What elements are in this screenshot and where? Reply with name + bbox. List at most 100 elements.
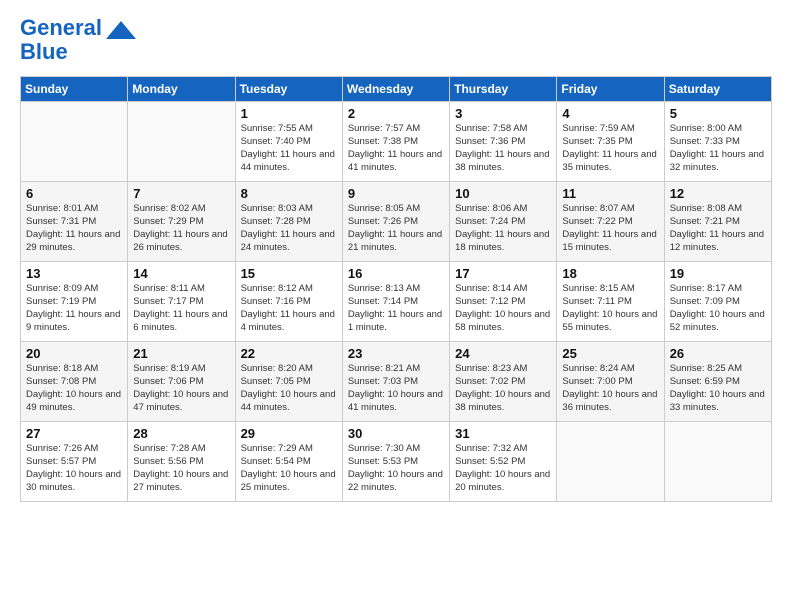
day-number: 27 [26,426,123,441]
calendar-cell: 22 Sunrise: 8:20 AM Sunset: 7:05 PM Dayli… [235,342,342,422]
day-number: 30 [348,426,445,441]
calendar-cell: 25 Sunrise: 8:24 AM Sunset: 7:00 PM Dayli… [557,342,664,422]
calendar-cell: 19 Sunrise: 8:17 AM Sunset: 7:09 PM Dayli… [664,262,771,342]
calendar-cell: 8Sunrise: 8:03 AM Sunset: 7:28 PM Daylig… [235,182,342,262]
day-number: 20 [26,346,123,361]
cell-info: Sunrise: 8:14 AM Sunset: 7:12 PM Dayligh… [455,283,552,334]
cell-info: Sunrise: 7:30 AM Sunset: 5:53 PM Dayligh… [348,443,445,494]
day-number: 7 [133,186,230,201]
day-number: 12 [670,186,767,201]
calendar-cell: 16 Sunrise: 8:13 AM Sunset: 7:14 PM Dayli… [342,262,449,342]
calendar: SundayMondayTuesdayWednesdayThursdayFrid… [20,76,772,502]
calendar-week-1: 1Sunrise: 7:55 AM Sunset: 7:40 PM Daylig… [21,102,772,182]
weekday-header-wednesday: Wednesday [342,77,449,102]
cell-info: Sunrise: 7:32 AM Sunset: 5:52 PM Dayligh… [455,443,552,494]
weekday-header-thursday: Thursday [450,77,557,102]
cell-info: Sunrise: 8:08 AM Sunset: 7:21 PM Dayligh… [670,203,767,254]
calendar-cell: 5 Sunrise: 8:00 AM Sunset: 7:33 PM Daylig… [664,102,771,182]
cell-info: Sunrise: 7:58 AM Sunset: 7:36 PM Dayligh… [455,123,552,174]
day-number: 5 [670,106,767,121]
cell-info: Sunrise: 7:29 AM Sunset: 5:54 PM Dayligh… [241,443,338,494]
calendar-cell: 3 Sunrise: 7:58 AM Sunset: 7:36 PM Daylig… [450,102,557,182]
cell-info: Sunrise: 8:07 AM Sunset: 7:22 PM Dayligh… [562,203,659,254]
calendar-cell: 31Sunrise: 7:32 AM Sunset: 5:52 PM Dayli… [450,422,557,502]
day-number: 13 [26,266,123,281]
day-number: 17 [455,266,552,281]
day-number: 19 [670,266,767,281]
day-number: 18 [562,266,659,281]
calendar-cell: 11 Sunrise: 8:07 AM Sunset: 7:22 PM Dayli… [557,182,664,262]
calendar-cell: 15Sunrise: 8:12 AM Sunset: 7:16 PM Dayli… [235,262,342,342]
cell-info: Sunrise: 8:13 AM Sunset: 7:14 PM Dayligh… [348,283,445,334]
cell-info: Sunrise: 7:26 AM Sunset: 5:57 PM Dayligh… [26,443,123,494]
calendar-cell: 7Sunrise: 8:02 AM Sunset: 7:29 PM Daylig… [128,182,235,262]
day-number: 10 [455,186,552,201]
calendar-cell: 23Sunrise: 8:21 AM Sunset: 7:03 PM Dayli… [342,342,449,422]
cell-info: Sunrise: 8:05 AM Sunset: 7:26 PM Dayligh… [348,203,445,254]
calendar-cell: 18 Sunrise: 8:15 AM Sunset: 7:11 PM Dayli… [557,262,664,342]
cell-info: Sunrise: 7:59 AM Sunset: 7:35 PM Dayligh… [562,123,659,174]
weekday-header-sunday: Sunday [21,77,128,102]
calendar-cell: 28Sunrise: 7:28 AM Sunset: 5:56 PM Dayli… [128,422,235,502]
calendar-week-5: 27 Sunrise: 7:26 AM Sunset: 5:57 PM Dayli… [21,422,772,502]
calendar-cell: 30 Sunrise: 7:30 AM Sunset: 5:53 PM Dayli… [342,422,449,502]
cell-info: Sunrise: 8:19 AM Sunset: 7:06 PM Dayligh… [133,363,230,414]
cell-info: Sunrise: 8:20 AM Sunset: 7:05 PM Dayligh… [241,363,338,414]
day-number: 1 [241,106,338,121]
calendar-cell [557,422,664,502]
weekday-header-friday: Friday [557,77,664,102]
day-number: 16 [348,266,445,281]
day-number: 22 [241,346,338,361]
calendar-cell: 12 Sunrise: 8:08 AM Sunset: 7:21 PM Dayli… [664,182,771,262]
day-number: 2 [348,106,445,121]
calendar-cell [21,102,128,182]
day-number: 3 [455,106,552,121]
cell-info: Sunrise: 7:57 AM Sunset: 7:38 PM Dayligh… [348,123,445,174]
weekday-header-tuesday: Tuesday [235,77,342,102]
calendar-cell: 4 Sunrise: 7:59 AM Sunset: 7:35 PM Daylig… [557,102,664,182]
calendar-cell: 17 Sunrise: 8:14 AM Sunset: 7:12 PM Dayli… [450,262,557,342]
logo-general: General [20,15,102,40]
calendar-header-row: SundayMondayTuesdayWednesdayThursdayFrid… [21,77,772,102]
calendar-week-3: 13 Sunrise: 8:09 AM Sunset: 7:19 PM Dayli… [21,262,772,342]
calendar-cell: 1Sunrise: 7:55 AM Sunset: 7:40 PM Daylig… [235,102,342,182]
calendar-cell: 21 Sunrise: 8:19 AM Sunset: 7:06 PM Dayli… [128,342,235,422]
calendar-cell: 13 Sunrise: 8:09 AM Sunset: 7:19 PM Dayli… [21,262,128,342]
day-number: 9 [348,186,445,201]
logo-icon [106,21,136,39]
weekday-header-monday: Monday [128,77,235,102]
day-number: 29 [241,426,338,441]
page: General Blue SundayMondayTuesdayWednesda… [0,0,792,612]
cell-info: Sunrise: 8:25 AM Sunset: 6:59 PM Dayligh… [670,363,767,414]
calendar-week-4: 20 Sunrise: 8:18 AM Sunset: 7:08 PM Dayli… [21,342,772,422]
calendar-cell: 2 Sunrise: 7:57 AM Sunset: 7:38 PM Daylig… [342,102,449,182]
cell-info: Sunrise: 8:15 AM Sunset: 7:11 PM Dayligh… [562,283,659,334]
day-number: 4 [562,106,659,121]
day-number: 11 [562,186,659,201]
day-number: 25 [562,346,659,361]
cell-info: Sunrise: 8:06 AM Sunset: 7:24 PM Dayligh… [455,203,552,254]
calendar-cell: 14Sunrise: 8:11 AM Sunset: 7:17 PM Dayli… [128,262,235,342]
day-number: 24 [455,346,552,361]
cell-info: Sunrise: 8:24 AM Sunset: 7:00 PM Dayligh… [562,363,659,414]
calendar-week-2: 6Sunrise: 8:01 AM Sunset: 7:31 PM Daylig… [21,182,772,262]
calendar-cell: 20 Sunrise: 8:18 AM Sunset: 7:08 PM Dayli… [21,342,128,422]
cell-info: Sunrise: 8:21 AM Sunset: 7:03 PM Dayligh… [348,363,445,414]
calendar-cell: 29 Sunrise: 7:29 AM Sunset: 5:54 PM Dayli… [235,422,342,502]
cell-info: Sunrise: 8:18 AM Sunset: 7:08 PM Dayligh… [26,363,123,414]
cell-info: Sunrise: 8:00 AM Sunset: 7:33 PM Dayligh… [670,123,767,174]
cell-info: Sunrise: 7:28 AM Sunset: 5:56 PM Dayligh… [133,443,230,494]
calendar-cell: 24 Sunrise: 8:23 AM Sunset: 7:02 PM Dayli… [450,342,557,422]
logo-text: General Blue [20,16,102,64]
cell-info: Sunrise: 8:12 AM Sunset: 7:16 PM Dayligh… [241,283,338,334]
logo-blue: Blue [20,39,68,64]
calendar-cell: 26Sunrise: 8:25 AM Sunset: 6:59 PM Dayli… [664,342,771,422]
logo: General Blue [20,16,136,64]
cell-info: Sunrise: 8:11 AM Sunset: 7:17 PM Dayligh… [133,283,230,334]
cell-info: Sunrise: 8:23 AM Sunset: 7:02 PM Dayligh… [455,363,552,414]
cell-info: Sunrise: 8:17 AM Sunset: 7:09 PM Dayligh… [670,283,767,334]
cell-info: Sunrise: 8:09 AM Sunset: 7:19 PM Dayligh… [26,283,123,334]
day-number: 21 [133,346,230,361]
cell-info: Sunrise: 8:01 AM Sunset: 7:31 PM Dayligh… [26,203,123,254]
calendar-cell: 9 Sunrise: 8:05 AM Sunset: 7:26 PM Daylig… [342,182,449,262]
